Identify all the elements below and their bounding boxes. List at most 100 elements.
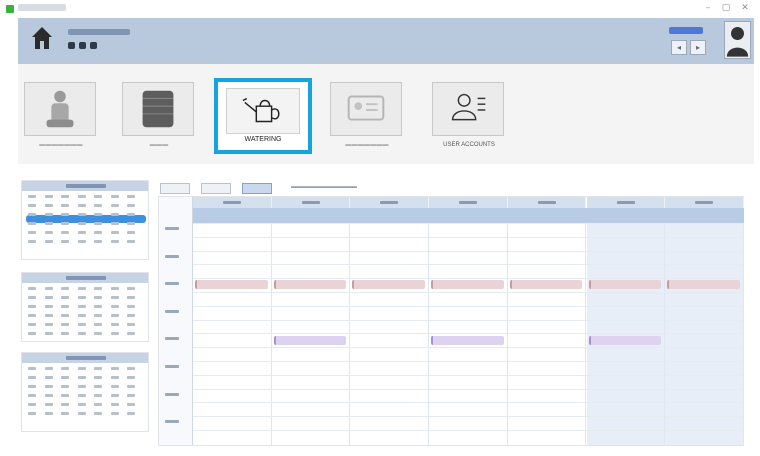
mini-calendar-day[interactable] [127, 367, 135, 370]
mini-calendar-week-row[interactable] [28, 376, 144, 380]
watering-event[interactable] [509, 280, 583, 289]
header-icon-2[interactable] [79, 42, 86, 49]
mini-calendar-day[interactable] [28, 305, 36, 308]
mini-calendar-day[interactable] [44, 367, 53, 370]
mini-calendar-day[interactable] [110, 394, 119, 397]
maximize-button[interactable]: ▢ [719, 2, 733, 15]
mini-calendar-day[interactable] [44, 195, 53, 198]
mini-calendar-day[interactable] [94, 323, 102, 326]
header-button-left[interactable]: ◂ [671, 40, 687, 55]
watering-tile[interactable]: WATERING [214, 78, 312, 154]
mini-calendar-day[interactable] [77, 195, 86, 198]
trays-tile[interactable] [122, 82, 194, 136]
watering-event[interactable] [352, 280, 426, 289]
mini-calendar-day[interactable] [94, 204, 102, 207]
mini-calendar-day[interactable] [28, 213, 36, 216]
mini-calendar-day[interactable] [94, 314, 102, 317]
day-header[interactable] [665, 197, 744, 208]
mini-calendar-day[interactable] [44, 296, 53, 299]
mini-calendar-2[interactable] [21, 272, 149, 342]
mini-calendar-day[interactable] [94, 296, 102, 299]
mini-calendar-day[interactable] [77, 287, 86, 290]
day-header[interactable] [350, 197, 430, 208]
mini-calendar-day[interactable] [110, 204, 119, 207]
all-day-row[interactable] [193, 208, 744, 223]
week-grid[interactable] [158, 196, 744, 446]
mini-calendar-day[interactable] [28, 240, 36, 243]
mini-calendar-day[interactable] [61, 385, 69, 388]
mini-calendar-day[interactable] [94, 412, 102, 415]
mini-calendar-week-row[interactable] [28, 314, 144, 318]
mini-calendar-day[interactable] [28, 314, 36, 317]
mini-calendar-day[interactable] [110, 222, 119, 225]
mini-calendar-day[interactable] [77, 323, 86, 326]
mini-calendar-day[interactable] [77, 314, 86, 317]
mini-calendar-day[interactable] [28, 287, 36, 290]
header-icon-1[interactable] [68, 42, 75, 49]
mini-calendar-day[interactable] [127, 240, 135, 243]
mini-calendar-day[interactable] [44, 403, 53, 406]
mini-calendar-week-row[interactable] [28, 394, 144, 398]
mini-calendar-day[interactable] [94, 287, 102, 290]
mini-calendar-day[interactable] [127, 195, 135, 198]
mini-calendar-day[interactable] [127, 323, 135, 326]
mini-calendar-day[interactable] [110, 231, 119, 234]
mini-calendar-day[interactable] [61, 195, 69, 198]
mini-calendar-day[interactable] [61, 332, 69, 335]
mini-calendar-day[interactable] [61, 240, 69, 243]
watering-event[interactable] [195, 280, 268, 289]
scheduled-event[interactable] [588, 336, 662, 345]
mini-calendar-day[interactable] [28, 394, 36, 397]
mini-calendar-day[interactable] [94, 385, 102, 388]
mini-calendar-day[interactable] [127, 403, 135, 406]
mini-calendar-day[interactable] [77, 231, 86, 234]
mini-calendar-day[interactable] [110, 376, 119, 379]
mini-calendar-day[interactable] [77, 403, 86, 406]
mini-calendar-day[interactable] [61, 204, 69, 207]
home-icon[interactable] [31, 26, 53, 50]
mini-calendar-day[interactable] [61, 231, 69, 234]
mini-calendar-week-row[interactable] [28, 240, 144, 244]
mini-calendar-day[interactable] [28, 323, 36, 326]
mini-calendar-week-row[interactable] [28, 296, 144, 300]
mini-calendar-day[interactable] [127, 332, 135, 335]
mini-calendar-day[interactable] [61, 314, 69, 317]
mini-calendar-week-row[interactable] [28, 287, 144, 291]
mini-calendar-day[interactable] [28, 195, 36, 198]
mini-calendar-day[interactable] [77, 296, 86, 299]
mini-calendar-day[interactable] [77, 240, 86, 243]
mini-calendar-day[interactable] [94, 195, 102, 198]
mini-calendar-day[interactable] [44, 323, 53, 326]
mini-calendar-day[interactable] [44, 287, 53, 290]
mini-calendar-day[interactable] [77, 332, 86, 335]
mini-calendar-day[interactable] [28, 332, 36, 335]
mini-calendar-day[interactable] [61, 323, 69, 326]
mini-calendar-week-row[interactable] [28, 403, 144, 407]
mini-calendar-day[interactable] [61, 287, 69, 290]
mini-calendar-day[interactable] [77, 376, 86, 379]
mini-calendar-3[interactable] [21, 352, 149, 432]
minimize-button[interactable]: – [701, 2, 715, 15]
mini-calendar-day[interactable] [77, 222, 86, 225]
scheduled-event[interactable] [431, 336, 504, 345]
day-header[interactable] [507, 197, 587, 208]
mini-calendar-day[interactable] [44, 314, 53, 317]
mini-calendar-day[interactable] [77, 367, 86, 370]
mini-calendar-day[interactable] [61, 305, 69, 308]
mini-calendar-day[interactable] [61, 376, 69, 379]
mini-calendar-1[interactable] [21, 180, 149, 260]
mini-calendar-day[interactable] [77, 385, 86, 388]
mini-calendar-day[interactable] [110, 403, 119, 406]
mini-calendar-day[interactable] [44, 394, 53, 397]
mini-calendar-day[interactable] [61, 222, 69, 225]
mini-calendar-day[interactable] [44, 376, 53, 379]
mini-calendar-week-row[interactable] [28, 195, 144, 199]
mini-calendar-day[interactable] [127, 204, 135, 207]
mini-calendar-day[interactable] [28, 222, 36, 225]
mini-calendar-day[interactable] [28, 412, 36, 415]
mini-calendar-day[interactable] [110, 314, 119, 317]
watering-event[interactable] [667, 280, 740, 289]
mini-calendar-day[interactable] [94, 376, 102, 379]
mini-calendar-day[interactable] [110, 195, 119, 198]
mini-calendar-day[interactable] [110, 287, 119, 290]
